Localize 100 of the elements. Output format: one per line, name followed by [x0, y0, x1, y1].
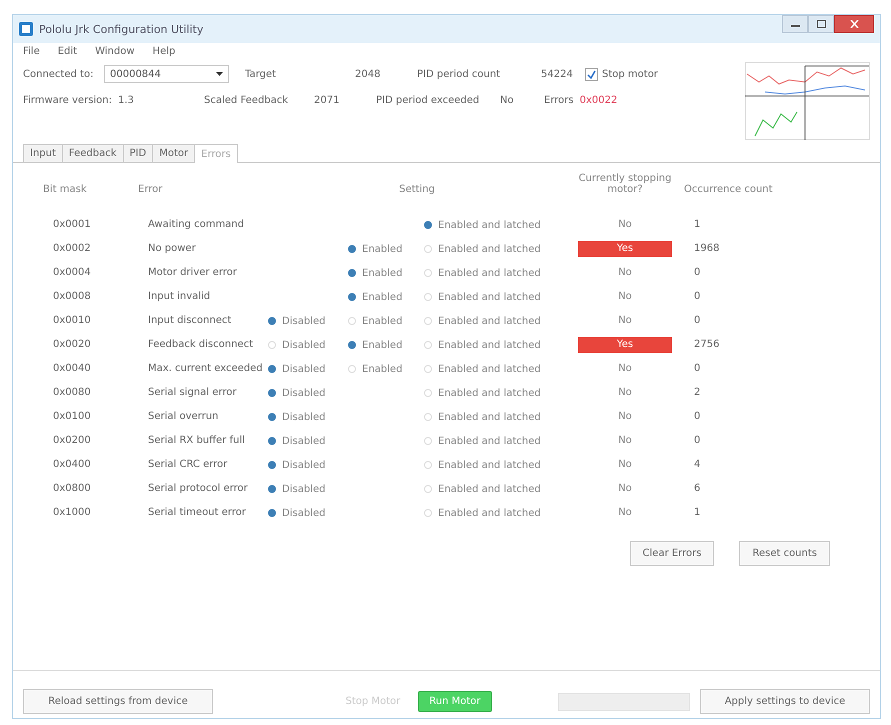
table-action-button[interactable]: Clear Errors — [630, 541, 714, 566]
setting-radio[interactable]: Enabled and latched — [424, 436, 566, 446]
setting-radio[interactable]: Enabled and latched — [424, 484, 566, 494]
bit-mask-cell-text: 0x0008 — [52, 290, 92, 304]
setting-radio[interactable]: Enabled — [348, 340, 424, 350]
close-icon — [850, 20, 858, 28]
count-cell-text: 1968 — [693, 242, 720, 256]
bit-mask-cell-text: 0x0080 — [52, 386, 92, 400]
setting-radio[interactable]: Disabled — [268, 436, 348, 446]
tab[interactable]: Feedback — [62, 144, 124, 162]
plot-drawing[interactable] — [745, 62, 870, 140]
tab[interactable]: PID — [122, 144, 154, 162]
window-title: Pololu Jrk Configuration Utility — [39, 22, 204, 36]
stopping-status: No — [617, 218, 633, 232]
error-name-cell-text: Serial timeout error — [147, 506, 247, 520]
tab[interactable]: Input — [23, 144, 63, 162]
setting-radio[interactable]: Disabled — [268, 316, 348, 326]
setting-radio[interactable]: Enabled and latched — [424, 340, 566, 350]
setting-radio[interactable]: Enabled and latched — [424, 292, 566, 302]
firmware-label: Firmware version: — [23, 94, 112, 106]
device-dropdown[interactable]: 00000844 — [104, 65, 229, 83]
error-name-cell-text: Feedback disconnect — [147, 338, 254, 352]
connected-label: Connected to: — [23, 68, 94, 80]
setting-radio[interactable]: Disabled — [268, 364, 348, 374]
setting-radio[interactable]: Enabled — [348, 316, 424, 326]
menu-item[interactable]: Window — [95, 46, 135, 57]
menu-item[interactable]: Edit — [58, 46, 78, 57]
tab[interactable]: Errors — [194, 144, 238, 163]
setting-radio[interactable]: Disabled — [268, 340, 348, 350]
column-header: Error — [138, 184, 164, 197]
setting-radio[interactable]: Enabled and latched — [424, 388, 566, 398]
menu-item[interactable]: Help — [152, 46, 176, 57]
setting-radio[interactable]: Enabled and latched — [424, 268, 566, 278]
bit-mask-cell-text: 0x0002 — [52, 242, 92, 256]
column-header: Occurrence count — [684, 184, 774, 197]
stopping-status: Yes — [578, 241, 672, 257]
stopping-status: No — [617, 410, 633, 424]
error-name-cell-text: Input invalid — [147, 290, 212, 304]
count-cell-text: 0 — [693, 290, 702, 304]
setting-radio[interactable]: Enabled and latched — [424, 508, 566, 518]
count-cell-text: 2756 — [693, 338, 720, 352]
stopping-status: No — [617, 314, 633, 328]
setting-radio[interactable]: Enabled and latched — [424, 364, 566, 374]
bit-mask-cell-text: 0x0200 — [52, 434, 92, 448]
error-name-cell-text: Serial CRC error — [147, 458, 228, 472]
bit-mask-cell-text: 0x0040 — [52, 362, 92, 376]
count-cell-text: 1 — [693, 218, 702, 232]
tab[interactable]: Motor — [152, 144, 196, 162]
bit-mask-cell-text: 0x0020 — [52, 338, 92, 352]
setting-radio[interactable]: Enabled and latched — [424, 244, 566, 254]
stopping-status: No — [617, 290, 633, 304]
pid-exceeded-value: No — [500, 94, 515, 106]
maximize-icon — [816, 20, 826, 28]
target-label: Target — [245, 68, 277, 80]
table-action-button[interactable]: Reset counts — [739, 541, 830, 566]
setting-radio[interactable]: Enabled — [348, 364, 424, 374]
caret-icon — [216, 72, 223, 76]
run-motor-button[interactable]: Run Motor — [418, 691, 492, 712]
setting-radio[interactable]: Enabled and latched — [424, 316, 566, 326]
error-name-cell-text: Serial protocol error — [147, 482, 249, 496]
setting-radio[interactable]: Enabled — [348, 244, 424, 254]
error-name-cell-text: Max. current exceeded — [147, 362, 264, 376]
setting-radio[interactable]: Enabled — [348, 268, 424, 278]
feedback-value: 2071 — [314, 94, 340, 106]
setting-radio[interactable]: Disabled — [268, 412, 348, 422]
target-value: 2048 — [355, 68, 382, 80]
count-cell-text: 0 — [693, 410, 702, 424]
feedback-label: Scaled Feedback — [204, 94, 290, 106]
stopping-status: No — [617, 458, 633, 472]
error-name-cell-text: Motor driver error — [147, 266, 238, 280]
errors-label: Errors — [544, 94, 574, 106]
bit-mask-cell-text: 0x0100 — [52, 410, 92, 424]
error-name-cell-text: Awaiting command — [147, 218, 245, 232]
setting-radio[interactable]: Enabled and latched — [424, 460, 566, 470]
setting-radio[interactable]: Enabled and latched — [424, 412, 566, 422]
setting-radio[interactable]: Disabled — [268, 484, 348, 494]
menu-item[interactable]: File — [23, 46, 40, 57]
apply-button[interactable]: Apply settings to device — [700, 689, 870, 714]
setting-radio[interactable]: Enabled — [348, 292, 424, 302]
pid-count-value: 54224 — [541, 68, 574, 80]
stopping-status: No — [617, 362, 633, 376]
count-cell-text: 4 — [693, 458, 702, 472]
stop-motor-checkbox[interactable]: Stop motor — [585, 68, 658, 80]
setting-radio[interactable]: Enabled and latched — [424, 220, 566, 230]
bit-mask-cell-text: 0x0800 — [52, 482, 92, 496]
stopping-status: No — [617, 386, 633, 400]
errors-value: 0x0022 — [580, 94, 618, 106]
maximize-button[interactable] — [808, 15, 834, 33]
count-cell-text: 0 — [693, 362, 702, 376]
count-cell-text: 0 — [693, 434, 702, 448]
pid-exceeded-label: PID period exceeded — [376, 94, 480, 106]
count-cell-text: 0 — [693, 266, 702, 280]
setting-radio[interactable]: Disabled — [268, 460, 348, 470]
setting-radio[interactable]: Disabled — [268, 508, 348, 518]
stopping-status: Yes — [578, 337, 672, 353]
count-cell-text: 0 — [693, 314, 702, 328]
reload-button[interactable]: Reload settings from device — [23, 689, 213, 714]
setting-radio[interactable]: Disabled — [268, 388, 348, 398]
close-button[interactable] — [834, 15, 874, 33]
minimize-button[interactable] — [782, 15, 808, 33]
